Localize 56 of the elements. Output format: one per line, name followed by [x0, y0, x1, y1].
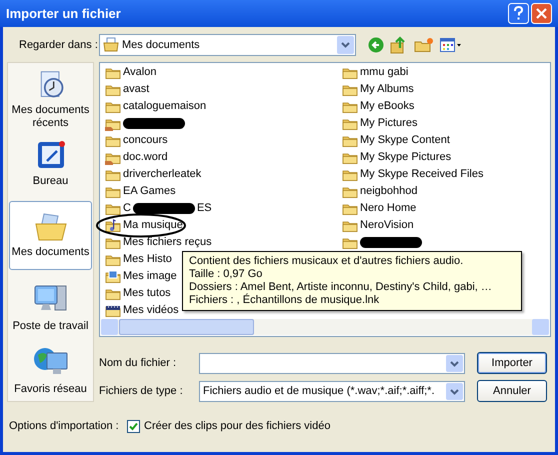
music-folder-icon — [105, 218, 121, 234]
place-button[interactable]: Mes documents — [9, 201, 92, 270]
tooltip-line: Dossiers : Amel Bent, Artiste inconnu, Destiny's Child, gabi, … — [189, 281, 493, 294]
file-name[interactable]: concours — [123, 135, 168, 146]
file-name[interactable]: Mes tutos — [123, 288, 171, 299]
checkbox[interactable] — [127, 420, 140, 433]
file-name[interactable]: My Skype Received Files — [360, 169, 484, 180]
window-title: Importer un fichier — [6, 4, 122, 23]
close-icon[interactable] — [531, 3, 552, 24]
file-name[interactable]: neigbohhod — [360, 186, 418, 197]
file-name[interactable]: Nero Home — [360, 203, 416, 214]
filetype-dropdown[interactable]: Fichiers audio et de musique (*.wav;*.aif;*.aiff;*. — [199, 380, 465, 402]
filename-field[interactable] — [199, 352, 465, 374]
file-name[interactable]: My Pictures — [360, 118, 418, 129]
checkbox-label: Créer des clips pour des fichiers vidéo — [144, 419, 330, 434]
pictures-folder-icon — [105, 268, 121, 284]
horizontal-scrollbar[interactable] — [101, 319, 549, 335]
file-name[interactable]: mmu gabi — [360, 67, 408, 78]
file-name[interactable]: doc.word — [123, 152, 168, 163]
file-name[interactable]: NeroVision — [360, 220, 414, 231]
cancel-button[interactable]: Annuler — [477, 380, 547, 402]
file-name[interactable]: Mes vidéos — [123, 305, 179, 316]
check-icon — [129, 422, 138, 431]
documents-folder-icon — [34, 212, 68, 242]
look-in-label: Regarder dans : — [19, 38, 99, 53]
view-menu-icon[interactable] — [440, 37, 462, 53]
tooltip-line: Taille : 0,97 Go — [189, 268, 264, 281]
file-name[interactable]: C — [123, 203, 131, 214]
file-name[interactable]: EA Games — [123, 186, 176, 197]
file-name[interactable]: My Albums — [360, 84, 414, 95]
file-name[interactable]: Avalon — [123, 67, 156, 78]
place-button[interactable]: Poste de travail — [9, 276, 92, 338]
file-name[interactable]: Mes fichiers reçus — [123, 237, 212, 248]
place-button[interactable]: Mes documents récents — [9, 69, 92, 131]
file-name[interactable]: cataloguemaison — [123, 101, 206, 112]
place-button[interactable]: Favoris réseau — [9, 340, 92, 401]
file-name[interactable]: drivercherleatek — [123, 169, 202, 180]
new-folder-icon[interactable] — [414, 37, 434, 53]
tooltip-line: Contient des fichiers musicaux et d'autres fichiers audio. — [189, 255, 464, 268]
file-name[interactable]: avast — [123, 84, 150, 95]
documents-folder-icon — [103, 37, 119, 53]
options-label: Options d'importation : — [9, 419, 120, 434]
file-name[interactable]: My eBooks — [360, 101, 414, 112]
look-in-dropdown[interactable]: Mes documents — [99, 34, 356, 56]
back-icon[interactable] — [368, 37, 384, 53]
file-name[interactable]: My Skype Content — [360, 135, 450, 146]
tooltip-line: Fichiers : , Échantillons de musique.lnk — [189, 294, 380, 307]
file-name[interactable]: ES — [196, 203, 212, 214]
import-button[interactable]: Importer — [477, 352, 547, 374]
file-name[interactable]: Mes image — [123, 271, 177, 282]
help-icon[interactable] — [508, 3, 529, 24]
filetype-label: Fichiers de type : — [99, 384, 184, 399]
place-button[interactable]: Bureau — [9, 133, 92, 194]
file-name[interactable]: My Skype Pictures — [360, 152, 452, 163]
file-name[interactable]: Mes Histo — [123, 254, 172, 265]
filename-label: Nom du fichier : — [99, 356, 178, 371]
